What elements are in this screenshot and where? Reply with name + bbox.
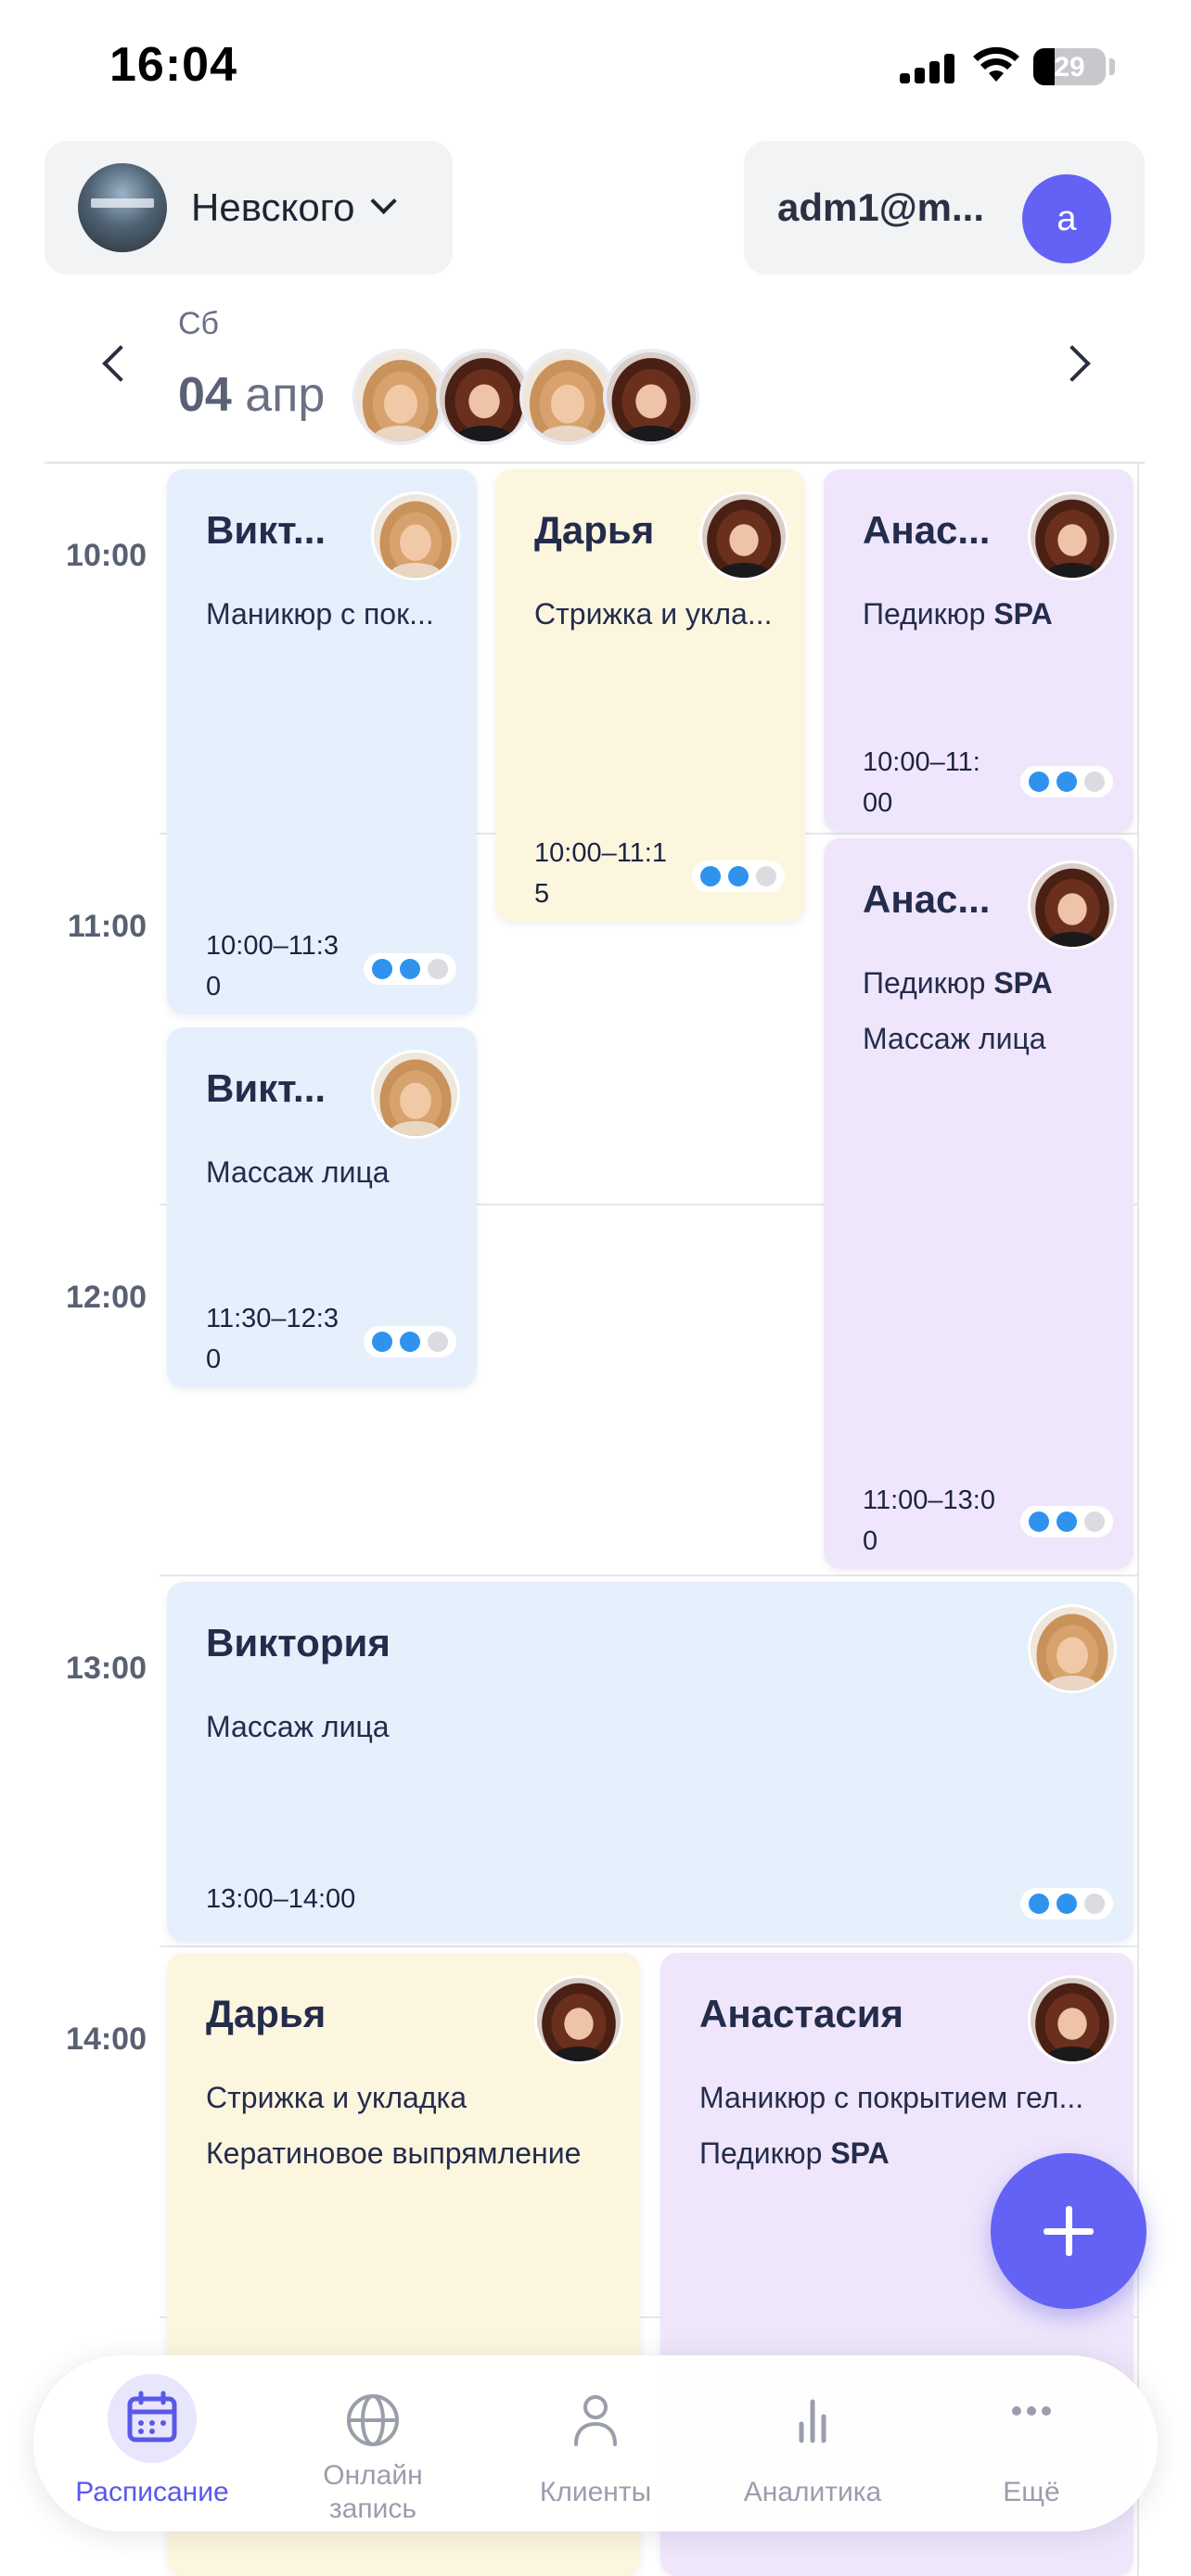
client-name: Викт... <box>206 1066 327 1110</box>
appointment-time: 13:00–14:00 <box>206 1884 356 1914</box>
time-label: 12:00 <box>66 1280 147 1315</box>
appointment-card[interactable]: Викт... Массаж лица 11:30–12:30 <box>167 1027 477 1387</box>
staff-avatar <box>1028 861 1117 950</box>
date-month: апр <box>245 368 326 422</box>
appointment-card[interactable]: Анас... Педикюр SPA 10:00–11:00 <box>824 469 1133 833</box>
person-icon <box>551 2383 640 2457</box>
appointment-time: 11:30–12:30 <box>206 1304 339 1374</box>
day-of-week: Сб <box>178 306 220 341</box>
hour-line <box>160 1945 1137 1947</box>
staff-avatar[interactable] <box>436 349 532 445</box>
bar-chart-icon <box>768 2383 857 2457</box>
next-day-button[interactable] <box>1054 345 1091 382</box>
branch-selector[interactable]: Невского <box>45 141 453 274</box>
tab-label: Аналитика <box>743 2477 882 2507</box>
service-label: Стрижка и укладка <box>206 2081 467 2114</box>
branch-name: Невского <box>191 185 355 229</box>
status-time: 16:04 <box>109 38 237 92</box>
staff-avatar[interactable] <box>519 349 616 445</box>
account-button[interactable]: adm1@m... a <box>744 141 1145 274</box>
client-name: Виктория <box>206 1621 391 1664</box>
status-indicator <box>692 861 785 892</box>
staff-avatar <box>371 491 460 580</box>
tab-label: Клиенты <box>539 2477 652 2507</box>
avatar: a <box>1022 174 1111 263</box>
wifi-icon <box>973 46 1019 82</box>
client-name: Анастасия <box>699 1992 904 2035</box>
service-label: Педикюр SPA <box>863 966 1053 1000</box>
status-indicator <box>1020 1888 1113 1919</box>
chevron-down-icon <box>369 187 397 215</box>
staff-avatar <box>1028 491 1117 580</box>
appointment-time: 11:00–13:00 <box>863 1486 995 1556</box>
client-name: Дарья <box>534 508 655 552</box>
tab-clients[interactable]: Клиенты <box>486 2355 705 2531</box>
status-indicator <box>364 953 456 985</box>
client-name: Дарья <box>206 1992 327 2035</box>
staff-avatar <box>1028 1604 1117 1693</box>
time-label: 14:00 <box>66 2021 147 2057</box>
battery-level: 29 <box>1054 52 1085 83</box>
add-appointment-button[interactable] <box>991 2153 1146 2309</box>
cellular-signal-icon <box>900 54 957 83</box>
staff-avatar[interactable] <box>603 349 699 445</box>
appointment-card[interactable]: Дарья Стрижка и укла... 10:00–11:15 <box>495 469 805 922</box>
staff-avatar <box>534 1975 623 2064</box>
tab-schedule[interactable]: Расписание <box>43 2355 262 2531</box>
service-label: Массаж лица <box>206 1710 390 1743</box>
tab-label: Онлайн запись <box>323 2460 423 2524</box>
tab-analytics[interactable]: Аналитика <box>703 2355 922 2531</box>
tab-label: Ещё <box>1003 2477 1060 2507</box>
appointment-time: 10:00–11:15 <box>534 838 667 909</box>
staff-avatar <box>699 491 788 580</box>
status-indicator <box>1020 1506 1113 1537</box>
tab-more[interactable]: Ещё <box>922 2355 1141 2531</box>
client-name: Анас... <box>863 508 991 552</box>
previous-day-button[interactable] <box>102 345 139 382</box>
service-label: Маникюр с пок... <box>206 597 434 631</box>
service-label: Кератиновое выпрямление <box>206 2136 582 2170</box>
tab-online-booking[interactable]: Онлайн запись <box>263 2355 482 2531</box>
client-name: Викт... <box>206 508 327 552</box>
schedule-top-divider <box>45 462 1145 464</box>
battery-tip <box>1109 58 1115 75</box>
tab-bar: Расписание Онлайн запись Клиенты Аналити… <box>33 2355 1158 2531</box>
appointment-time: 10:00–11:30 <box>206 931 339 1001</box>
time-label: 10:00 <box>66 538 147 573</box>
battery-icon: 29 <box>1033 48 1106 85</box>
appointment-card[interactable]: Виктория Массаж лица 13:00–14:00 <box>167 1582 1133 1942</box>
calendar-icon <box>108 2374 197 2463</box>
status-indicator <box>1020 766 1113 797</box>
staff-avatar[interactable] <box>352 349 449 445</box>
appointment-time: 10:00–11:00 <box>863 747 980 818</box>
tab-label: Расписание <box>75 2477 229 2507</box>
service-label: Массаж лица <box>863 1022 1046 1055</box>
time-label: 11:00 <box>67 909 147 944</box>
status-indicator <box>364 1326 456 1358</box>
staff-avatar <box>371 1050 460 1139</box>
branch-logo <box>78 163 167 252</box>
more-icon <box>987 2383 1076 2457</box>
status-bar: 16:04 29 <box>0 0 1191 130</box>
globe-icon <box>328 2383 417 2457</box>
account-email: adm1@m... <box>777 185 985 229</box>
staff-avatar <box>1028 1975 1117 2064</box>
time-label: 13:00 <box>66 1651 147 1686</box>
appointment-card[interactable]: Викт... Маникюр с пок... 10:00–11:30 <box>167 469 477 1014</box>
service-label: Массаж лица <box>206 1155 390 1189</box>
client-name: Анас... <box>863 877 991 921</box>
service-label: Стрижка и укла... <box>534 597 773 631</box>
appointment-card[interactable]: Анас... Педикюр SPA Массаж лица 11:00–13… <box>824 838 1133 1569</box>
service-label: Педикюр SPA <box>863 597 1053 631</box>
date-day: 04 <box>178 368 232 422</box>
staff-filter[interactable] <box>352 349 699 445</box>
date-label: 04 апр <box>178 367 325 423</box>
service-label: Маникюр с покрытием гел... <box>699 2081 1084 2114</box>
hour-line <box>160 1575 1137 1576</box>
